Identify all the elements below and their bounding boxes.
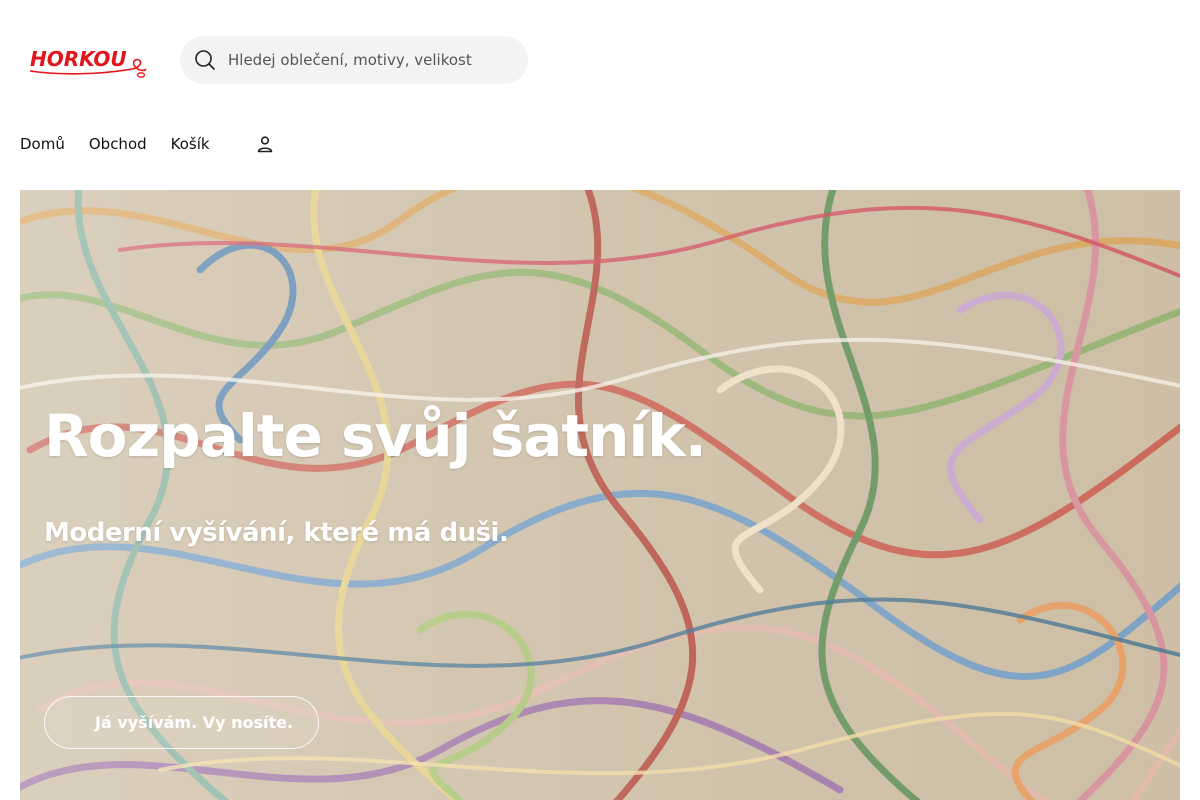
search-icon[interactable] (193, 48, 217, 72)
search-bar[interactable] (180, 36, 528, 84)
logo-text: HORKOU (30, 47, 127, 71)
logo-needle-eye (136, 72, 146, 78)
hero-banner: Rozpalte svůj šatník. Moderní vyšívání, … (20, 190, 1180, 800)
horkou-logo[interactable]: HORKOU (28, 42, 148, 82)
nav-item-home[interactable]: Domů (20, 130, 65, 158)
search-input[interactable] (228, 36, 518, 84)
user-icon[interactable] (255, 134, 275, 154)
hero-title: Rozpalte svůj šatník. (44, 402, 707, 470)
hero-subtitle: Moderní vyšívání, které má duši. (44, 518, 509, 548)
nav-item-shop[interactable]: Obchod (89, 130, 147, 158)
main-nav: Domů Obchod Košík (20, 130, 234, 158)
nav-item-cart[interactable]: Košík (171, 130, 210, 158)
hero-cta-button[interactable]: Já vyšívám. Vy nosíte. (44, 696, 319, 749)
